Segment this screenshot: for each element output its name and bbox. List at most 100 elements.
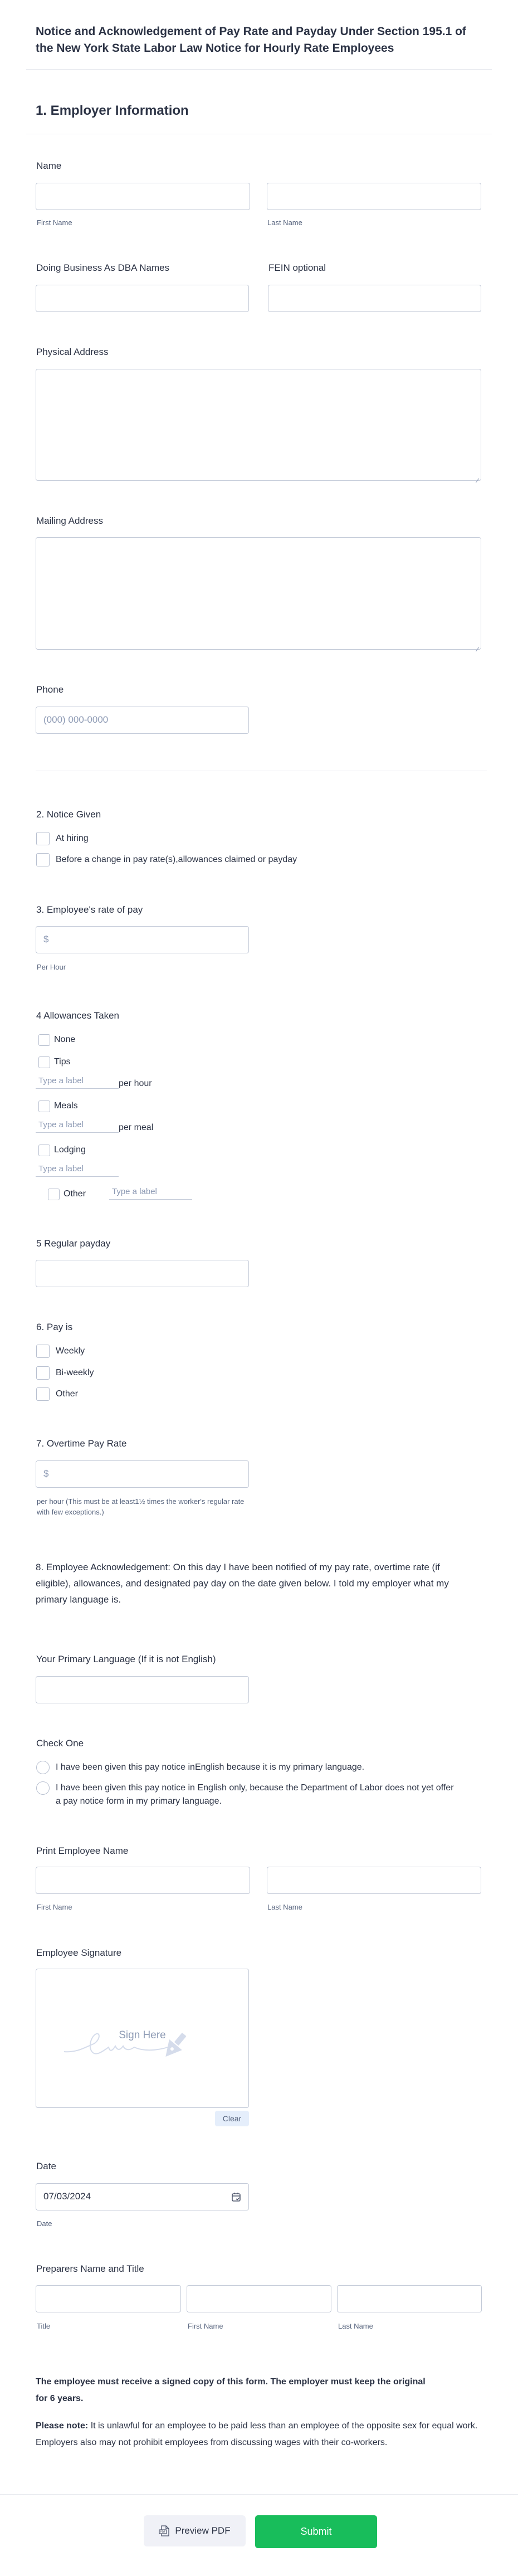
date-label: Date: [36, 2161, 56, 2171]
option-label: Meals: [54, 1101, 78, 1111]
pay-is-label: 6. Pay is: [36, 1322, 73, 1332]
regular-payday-input[interactable]: [36, 1260, 249, 1287]
preparer-label: Preparers Name and Title: [36, 2263, 144, 2274]
notice-given-label: 2. Notice Given: [36, 809, 101, 820]
first-name-sublabel: First Name: [188, 2322, 223, 2330]
mailing-address-textarea[interactable]: [36, 537, 481, 650]
checkbox[interactable]: [48, 1188, 60, 1200]
checkbox[interactable]: [36, 1366, 50, 1380]
other-allowance-input[interactable]: Type a label: [109, 1186, 192, 1200]
section-heading-employer: 1. Employer Information: [36, 103, 189, 118]
checkbox[interactable]: [36, 853, 50, 866]
checkbox[interactable]: [36, 832, 50, 845]
pdf-file-icon: PDF: [159, 2525, 170, 2536]
svg-text:PDF: PDF: [160, 2531, 166, 2534]
rate-of-pay-label: 3. Employee's rate of pay: [36, 904, 143, 915]
overtime-rate-input[interactable]: $: [36, 1460, 249, 1488]
checkbox[interactable]: [38, 1056, 50, 1068]
last-name-sublabel: Last Name: [338, 2322, 373, 2330]
primary-language-input[interactable]: [36, 1676, 249, 1703]
clear-signature-button[interactable]: Clear: [215, 2111, 249, 2126]
checkbox-lodging[interactable]: Lodging: [38, 1143, 86, 1157]
checkbox-at-hiring[interactable]: At hiring: [36, 832, 89, 845]
employee-last-name-input[interactable]: [267, 1867, 481, 1894]
regular-payday-label: 5 Regular payday: [36, 1238, 111, 1249]
checkbox-other-allowance[interactable]: Other: [48, 1187, 86, 1201]
checkbox-meals[interactable]: Meals: [38, 1099, 78, 1113]
phone-input[interactable]: (000) 000-0000: [36, 707, 249, 734]
employer-first-name-input[interactable]: [36, 183, 250, 210]
option-label: At hiring: [56, 834, 89, 843]
per-meal-suffix: per meal: [119, 1123, 154, 1132]
signature-pad[interactable]: Sign Here: [36, 1969, 249, 2108]
name-label: Name: [36, 160, 62, 171]
meals-amount-input[interactable]: Type a label: [36, 1119, 119, 1133]
form-title: Notice and Acknowledgement of Pay Rate a…: [36, 25, 466, 55]
per-hour-suffix: per hour: [119, 1079, 152, 1088]
option-label: Other: [56, 1389, 79, 1399]
please-note-paragraph: Please note: It is unlawful for an emplo…: [36, 2418, 481, 2451]
rate-of-pay-input[interactable]: $: [36, 926, 249, 953]
checkbox-before-change[interactable]: Before a change in pay rate(s),allowance…: [36, 853, 297, 866]
employer-last-name-input[interactable]: [267, 183, 481, 210]
physical-address-label: Physical Address: [36, 347, 109, 357]
resize-handle-icon[interactable]: [475, 474, 479, 479]
checkbox-tips[interactable]: Tips: [38, 1055, 71, 1069]
overtime-label: 7. Overtime Pay Rate: [36, 1438, 127, 1449]
date-sublabel: Date: [37, 2219, 52, 2228]
option-label: None: [54, 1035, 76, 1044]
signature-label: Employee Signature: [36, 1947, 122, 1958]
radio-button[interactable]: [36, 1781, 50, 1795]
submit-button[interactable]: Submit: [255, 2515, 377, 2548]
physical-address-textarea[interactable]: [36, 369, 481, 481]
fein-label: FEIN optional: [268, 262, 326, 273]
mailing-address-label: Mailing Address: [36, 515, 104, 526]
checkbox-bi-weekly[interactable]: Bi-weekly: [36, 1366, 94, 1380]
date-input[interactable]: 07/03/2024: [36, 2183, 249, 2210]
radio-english-only[interactable]: I have been given this pay notice in Eng…: [36, 1781, 460, 1808]
overtime-sublabel: per hour (This must be at least1½ times …: [37, 1497, 245, 1516]
option-label: Weekly: [56, 1346, 85, 1356]
preparer-title-input[interactable]: [36, 2285, 181, 2312]
preparer-last-name-input[interactable]: [337, 2285, 482, 2312]
option-label: Tips: [54, 1057, 71, 1067]
phone-label: Phone: [36, 684, 64, 695]
dba-input[interactable]: [36, 285, 249, 312]
dba-label: Doing Business As DBA Names: [36, 262, 170, 273]
tips-amount-input[interactable]: Type a label: [36, 1075, 119, 1089]
date-value: 07/03/2024: [43, 2191, 91, 2202]
option-label: I have been given this pay notice inEngl…: [56, 1762, 365, 1772]
checkbox[interactable]: [38, 1034, 50, 1046]
preparer-first-name-input[interactable]: [187, 2285, 331, 2312]
allowances-label: 4 Allowances Taken: [36, 1010, 120, 1021]
primary-language-label: Your Primary Language (If it is not Engl…: [36, 1654, 216, 1664]
header-divider: [26, 69, 492, 70]
checkbox[interactable]: [36, 1387, 50, 1401]
option-label: I have been given this pay notice in Eng…: [56, 1783, 454, 1806]
tips-amount-row: Type a label per hour: [36, 1075, 152, 1089]
checkbox[interactable]: [36, 1345, 50, 1358]
checkbox[interactable]: [38, 1144, 50, 1156]
footer-divider: [0, 2494, 518, 2495]
employee-first-name-input[interactable]: [36, 1867, 250, 1894]
fein-input[interactable]: [268, 285, 481, 312]
radio-english-primary[interactable]: I have been given this pay notice inEngl…: [36, 1761, 364, 1774]
checkbox-none[interactable]: None: [38, 1033, 75, 1046]
radio-button[interactable]: [36, 1761, 50, 1774]
please-note-prefix: Please note:: [36, 2421, 89, 2431]
calendar-icon[interactable]: [231, 2192, 242, 2203]
last-name-sublabel: Last Name: [267, 1903, 302, 1911]
preview-pdf-label: Preview PDF: [175, 2525, 231, 2536]
lodging-amount-input[interactable]: Type a label: [36, 1163, 119, 1177]
signed-copy-note: The employee must receive a signed copy …: [36, 2377, 426, 2403]
checkbox-other-pay[interactable]: Other: [36, 1387, 78, 1401]
meals-amount-row: Type a label per meal: [36, 1119, 153, 1133]
checkbox-weekly[interactable]: Weekly: [36, 1345, 85, 1358]
checkbox[interactable]: [38, 1100, 50, 1112]
employee-name-label: Print Employee Name: [36, 1845, 129, 1856]
last-name-sublabel: Last Name: [267, 218, 302, 227]
resize-handle-icon[interactable]: [475, 643, 479, 647]
option-label: Lodging: [54, 1145, 86, 1155]
preview-pdf-button[interactable]: PDF Preview PDF: [144, 2515, 246, 2546]
option-label: Other: [63, 1189, 86, 1199]
